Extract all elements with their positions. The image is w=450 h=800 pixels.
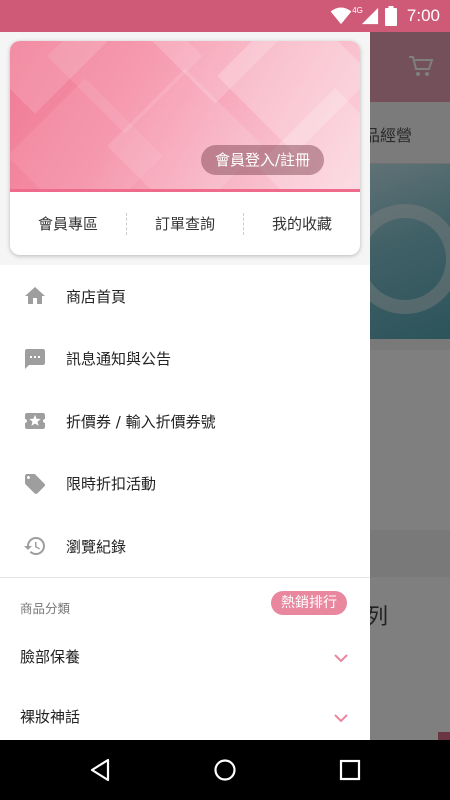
member-card: 會員登入/註冊 會員專區 訂單查詢 我的收藏 (10, 41, 360, 255)
home-button[interactable] (195, 740, 255, 800)
order-query-link[interactable]: 訂單查詢 (127, 213, 243, 234)
category-label: 裸妝神話 (20, 708, 81, 726)
signal-icon (361, 7, 379, 25)
drawer-scrim[interactable] (370, 32, 450, 740)
menu-item-label: 瀏覽紀錄 (66, 537, 127, 556)
recents-button[interactable] (320, 740, 380, 800)
menu-item-messages[interactable]: 訊息通知與公告 (0, 328, 370, 391)
menu-item-label: 商店首頁 (66, 287, 127, 306)
member-zone-link[interactable]: 會員專區 (10, 213, 126, 234)
back-icon (90, 758, 110, 782)
coupon-icon (25, 413, 45, 430)
status-time: 7:00 (406, 6, 440, 25)
recents-icon (339, 759, 361, 781)
battery-icon (384, 6, 397, 26)
menu-item-history[interactable]: 瀏覽紀錄 (0, 515, 370, 578)
navigation-drawer: 會員登入/註冊 會員專區 訂單查詢 我的收藏 商店首頁 訊息通知與公告 折價券 … (0, 32, 370, 740)
network-type: 4G (352, 5, 363, 15)
menu-item-flash-sale[interactable]: 限時折扣活動 (0, 453, 370, 516)
category-section-header: 商品分類 熱銷排行 (0, 578, 370, 628)
chevron-down-icon (334, 714, 348, 723)
menu-item-label: 限時折扣活動 (66, 475, 157, 494)
login-register-button[interactable]: 會員登入/註冊 (201, 145, 325, 175)
hot-ranking-button[interactable]: 熱銷排行 (271, 591, 347, 615)
status-bar: 4G 7:00 (0, 0, 450, 32)
category-section-title: 商品分類 (20, 601, 71, 616)
system-nav-bar (0, 740, 450, 800)
drawer-header: 會員登入/註冊 會員專區 訂單查詢 我的收藏 (0, 32, 370, 265)
member-quick-links: 會員專區 訂單查詢 我的收藏 (10, 192, 360, 255)
menu-item-label: 訊息通知與公告 (66, 350, 172, 369)
category-item-nude-makeup[interactable]: 裸妝神話 (0, 688, 370, 740)
drawer-menu: 商店首頁 訊息通知與公告 折價券 / 輸入折價券號 限時折扣活動 瀏覽紀錄 (0, 265, 370, 578)
menu-item-store-home[interactable]: 商店首頁 (0, 265, 370, 328)
chevron-down-icon (334, 654, 348, 663)
tag-icon (25, 473, 45, 494)
menu-item-coupons[interactable]: 折價券 / 輸入折價券號 (0, 390, 370, 453)
back-button[interactable] (70, 740, 130, 800)
member-banner: 會員登入/註冊 (10, 41, 360, 191)
home-icon (25, 287, 45, 305)
message-icon (25, 348, 45, 369)
category-item-face-care[interactable]: 臉部保養 (0, 628, 370, 688)
history-icon (24, 537, 45, 556)
wifi-icon (330, 7, 352, 25)
menu-item-label: 折價券 / 輸入折價券號 (66, 412, 216, 431)
category-label: 臉部保養 (20, 648, 81, 666)
home-circle-icon (214, 759, 236, 781)
favorites-link[interactable]: 我的收藏 (244, 213, 360, 234)
